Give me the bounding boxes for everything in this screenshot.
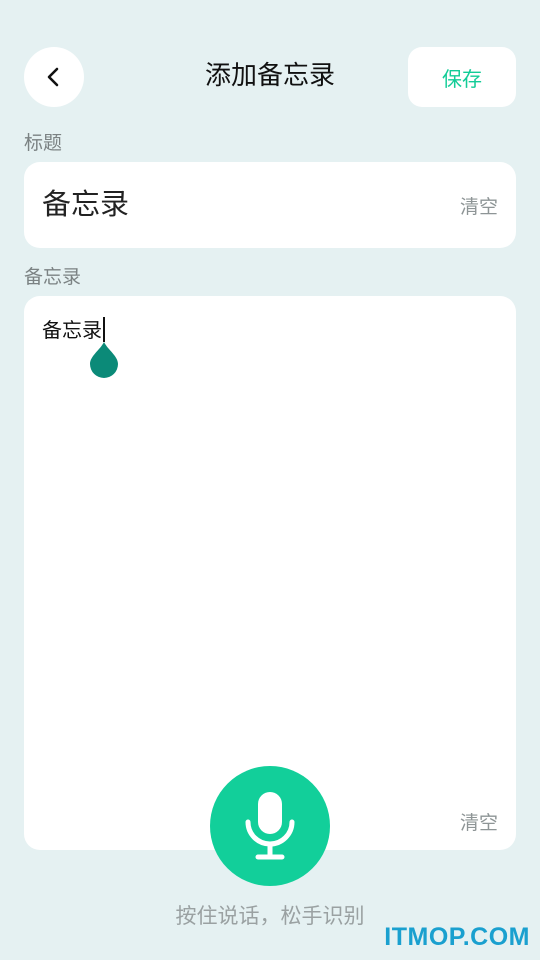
title-section-label: 标题 (24, 132, 63, 154)
title-card: 备忘录 清空 (24, 162, 516, 248)
back-button[interactable] (24, 47, 84, 107)
memo-section-label: 备忘录 (24, 266, 82, 288)
microphone-icon (245, 792, 295, 860)
memo-clear-button[interactable]: 清空 (460, 808, 498, 835)
voice-input-button[interactable] (210, 766, 330, 886)
text-selection-handle[interactable] (88, 340, 120, 378)
title-input[interactable]: 备忘录 (42, 184, 129, 224)
chevron-left-icon (47, 67, 59, 87)
text-caret (103, 317, 105, 342)
save-button[interactable]: 保存 (408, 47, 516, 107)
title-clear-button[interactable]: 清空 (460, 192, 498, 219)
watermark-logo: ITMOP.COM (384, 923, 530, 951)
memo-text: 备忘录 (42, 318, 102, 342)
